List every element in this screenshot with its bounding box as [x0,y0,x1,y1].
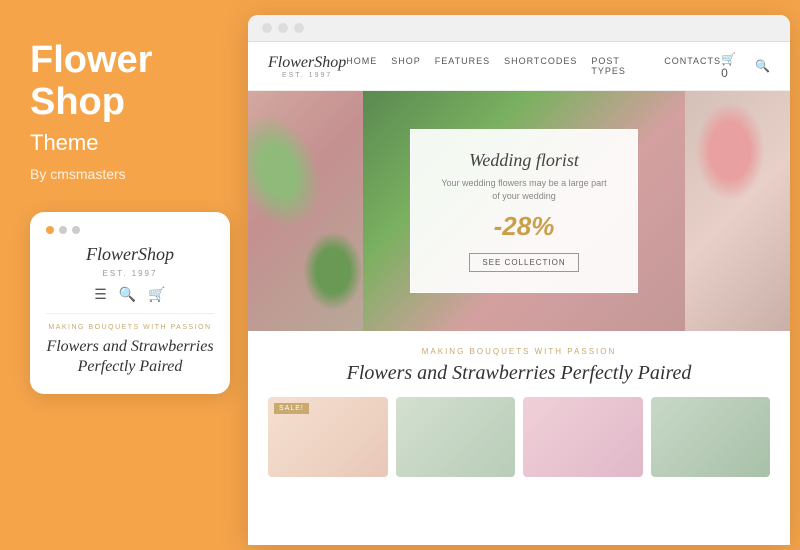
mobile-tagline: MAKING BOUQUETS WITH PASSION [46,324,214,331]
search-icon-header[interactable]: 🔍 [755,59,770,73]
website-content: FlowerShop EST. 1997 HOME SHOP FEATURES … [248,42,790,545]
cart-icon[interactable]: 🛒 [148,286,165,303]
browser-dot-2 [278,23,288,33]
mobile-dot-2 [59,226,67,234]
browser-dot-3 [294,23,304,33]
website-logo-text: FlowerShop [268,54,346,72]
nav-shortcodes[interactable]: SHORTCODES [504,56,577,76]
website-header: FlowerShop EST. 1997 HOME SHOP FEATURES … [248,42,790,91]
nav-contacts[interactable]: CONTACTS [664,56,721,76]
mobile-dot-3 [72,226,80,234]
hamburger-icon[interactable]: ☰ [94,286,107,303]
product-thumb-2[interactable] [396,397,516,477]
below-hero: MAKING BOUQUETS WITH PASSION Flowers and… [248,331,790,487]
hero-card-title: Wedding florist [441,150,606,171]
mobile-logo: FlowerShop [46,244,214,265]
product-thumb-1[interactable]: SALE! [268,397,388,477]
nav-home[interactable]: HOME [346,56,377,76]
browser-bar [248,15,790,42]
hero-image-right [685,91,790,331]
search-icon[interactable]: 🔍 [119,286,136,303]
nav-shop[interactable]: SHOP [391,56,421,76]
section-tagline: MAKING BOUQUETS WITH PASSION [268,347,770,356]
hero-card-desc: Your wedding flowers may be a large part… [441,177,606,202]
cart-icon-header[interactable]: 🛒 0 [721,52,745,80]
hero-image-left [248,91,363,331]
mobile-nav-icons: ☰ 🔍 🛒 [46,286,214,314]
mobile-heading: Flowers and Strawberries Perfectly Paire… [46,337,214,379]
hero-center: Wedding florist Your wedding flowers may… [363,91,685,331]
nav-features[interactable]: FEATURES [435,56,490,76]
sale-badge: SALE! [274,403,309,414]
left-panel: Flower Shop Theme By cmsmasters FlowerSh… [0,0,248,550]
website-logo-est: EST. 1997 [268,72,346,79]
theme-subtitle: Theme [30,130,218,156]
website-logo: FlowerShop EST. 1997 [268,54,346,79]
theme-title: Flower Shop [30,40,218,124]
website-nav: HOME SHOP FEATURES SHORTCODES POST TYPES… [346,56,721,76]
website-header-icons: 🛒 0 🔍 [721,52,770,80]
section-heading: Flowers and Strawberries Perfectly Paire… [268,362,770,385]
nav-posttypes[interactable]: POST TYPES [591,56,650,76]
product-thumb-3[interactable] [523,397,643,477]
mobile-est: EST. 1997 [46,269,214,278]
browser-mockup: FlowerShop EST. 1997 HOME SHOP FEATURES … [248,15,790,545]
mobile-dot-1 [46,226,54,234]
theme-author: By cmsmasters [30,166,218,182]
product-row: SALE! [268,397,770,477]
see-collection-button[interactable]: SEE COLLECTION [469,253,578,272]
mobile-mockup: FlowerShop EST. 1997 ☰ 🔍 🛒 MAKING BOUQUE… [30,212,230,395]
product-thumb-4[interactable] [651,397,771,477]
hero-card: Wedding florist Your wedding flowers may… [410,129,637,292]
browser-dot-1 [262,23,272,33]
hero-card-discount: -28% [441,211,606,242]
mobile-dots [46,226,214,234]
hero-section: Wedding florist Your wedding flowers may… [248,91,790,331]
